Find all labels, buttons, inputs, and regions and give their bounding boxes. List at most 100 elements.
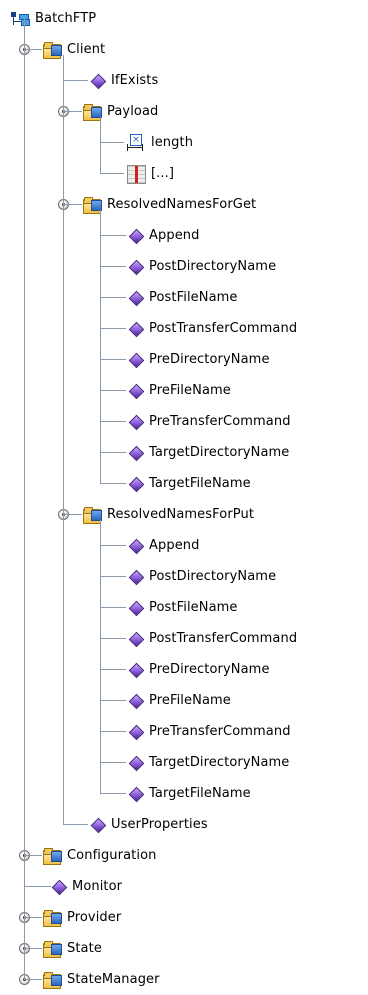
tree-node-ifexists[interactable]: IfExists	[90, 65, 158, 96]
tree-connector-line	[24, 917, 42, 918]
tree-node-put-postfilename[interactable]: PostFileName	[128, 592, 238, 623]
node-label: IfExists	[111, 73, 159, 88]
tree-root-icon	[10, 11, 30, 27]
folder-icon	[42, 940, 62, 958]
element-diamond-icon	[51, 879, 67, 895]
node-label: Provider	[67, 910, 122, 925]
tree-connector-line	[100, 700, 126, 701]
tree-node-put-predirectoryname[interactable]: PreDirectoryName	[128, 654, 270, 685]
element-diamond-icon	[128, 476, 144, 492]
tree-node-put-targetdirectoryname[interactable]: TargetDirectoryName	[128, 747, 289, 778]
tree-node-put-posttransfercommand[interactable]: PostTransferCommand	[128, 623, 297, 654]
tree-node-get-postdirectoryname[interactable]: PostDirectoryName	[128, 251, 276, 282]
tree-node-put-append[interactable]: Append	[128, 530, 200, 561]
tree-connector-line	[100, 762, 126, 763]
tree-node-get-predirectoryname[interactable]: PreDirectoryName	[128, 344, 270, 375]
node-label: PreFileName	[149, 693, 231, 708]
tree-node-get-prefilename[interactable]: PreFileName	[128, 375, 231, 406]
tree-connector-line	[100, 390, 126, 391]
element-diamond-icon	[128, 414, 144, 430]
array-icon	[126, 164, 146, 184]
node-label: PostFileName	[149, 290, 238, 305]
tree-node-get-targetfilename[interactable]: TargetFileName	[128, 468, 251, 499]
tree-connector-line	[24, 948, 42, 949]
node-label: PreDirectoryName	[149, 352, 270, 367]
tree-connector-line	[100, 328, 126, 329]
element-diamond-icon	[128, 445, 144, 461]
folder-icon	[42, 847, 62, 865]
tree-node-userproperties[interactable]: UserProperties	[90, 809, 208, 840]
folder-icon	[42, 909, 62, 927]
tree-node-configuration[interactable]: Configuration	[42, 840, 156, 871]
tree-node-batchftp[interactable]: BatchFTP	[10, 3, 96, 34]
element-diamond-icon	[128, 321, 144, 337]
node-label: TargetFileName	[149, 786, 251, 801]
tree-connector-line	[100, 669, 126, 670]
element-diamond-icon	[128, 600, 144, 616]
element-diamond-icon	[128, 538, 144, 554]
node-label: TargetDirectoryName	[149, 445, 290, 460]
tree-connector-line	[63, 80, 88, 81]
tree-node-provider[interactable]: Provider	[42, 902, 121, 933]
tree-node-client[interactable]: Client	[42, 34, 105, 65]
tree-connector-line	[63, 204, 82, 205]
node-label: UserProperties	[111, 817, 208, 832]
tree-node-put-targetfilename[interactable]: TargetFileName	[128, 778, 251, 809]
element-diamond-icon	[128, 786, 144, 802]
tree-node-put-prefilename[interactable]: PreFileName	[128, 685, 231, 716]
element-diamond-icon	[128, 352, 144, 368]
node-label: ResolvedNamesForPut	[107, 507, 255, 522]
tree-connector-line	[100, 297, 126, 298]
tree-connector-line	[100, 210, 101, 484]
tree-connector-line	[100, 359, 126, 360]
element-diamond-icon	[128, 290, 144, 306]
tree-connector-line	[63, 514, 82, 515]
tree-node-get-append[interactable]: Append	[128, 220, 200, 251]
element-diamond-icon	[90, 817, 106, 833]
node-label: length	[151, 135, 194, 150]
tree-node-resolvednamesforget[interactable]: ResolvedNamesForGet	[82, 189, 256, 220]
tree-node-array[interactable]: [...]	[126, 158, 174, 189]
node-label: State	[67, 941, 102, 956]
tree-connector-line	[100, 520, 101, 794]
tree-connector-line	[100, 235, 126, 236]
tree-connector-line	[100, 421, 126, 422]
object-tree: BatchFTP Client IfExists Payload × length [...…	[0, 0, 368, 989]
node-label: PostDirectoryName	[149, 569, 277, 584]
tree-node-monitor[interactable]: Monitor	[51, 871, 122, 902]
tree-node-get-targetdirectoryname[interactable]: TargetDirectoryName	[128, 437, 289, 468]
tree-node-resolvednamesforput[interactable]: ResolvedNamesForPut	[82, 499, 254, 530]
tree-node-get-postfilename[interactable]: PostFileName	[128, 282, 238, 313]
element-diamond-icon	[128, 631, 144, 647]
tree-node-put-postdirectoryname[interactable]: PostDirectoryName	[128, 561, 276, 592]
tree-connector-line	[24, 49, 42, 50]
tree-node-get-pretransfercommand[interactable]: PreTransferCommand	[128, 406, 291, 437]
tree-connector-line	[24, 886, 51, 887]
node-label: Monitor	[72, 879, 123, 894]
tree-node-get-posttransfercommand[interactable]: PostTransferCommand	[128, 313, 297, 344]
folder-icon	[82, 196, 102, 214]
tree-connector-line	[24, 855, 42, 856]
tree-connector-line	[63, 111, 82, 112]
node-label: Client	[67, 42, 106, 57]
tree-connector-line	[100, 576, 126, 577]
tree-connector-line	[100, 793, 126, 794]
tree-connector-line	[24, 18, 25, 979]
node-label: PreTransferCommand	[149, 724, 291, 739]
tree-node-payload[interactable]: Payload	[82, 96, 158, 127]
element-diamond-icon	[128, 662, 144, 678]
tree-node-put-pretransfercommand[interactable]: PreTransferCommand	[128, 716, 291, 747]
tree-connector-line	[100, 483, 126, 484]
tree-connector-line	[63, 55, 64, 825]
node-label: PostTransferCommand	[149, 631, 298, 646]
length-field-icon: ×	[126, 133, 146, 152]
tree-connector-line	[100, 142, 124, 143]
node-label: TargetDirectoryName	[149, 755, 290, 770]
tree-node-state[interactable]: State	[42, 933, 102, 964]
node-label: [...]	[151, 166, 175, 181]
tree-node-length[interactable]: × length	[126, 127, 193, 158]
tree-connector-line	[100, 638, 126, 639]
node-label: PostDirectoryName	[149, 259, 277, 274]
folder-icon	[82, 103, 102, 121]
element-diamond-icon	[128, 755, 144, 771]
